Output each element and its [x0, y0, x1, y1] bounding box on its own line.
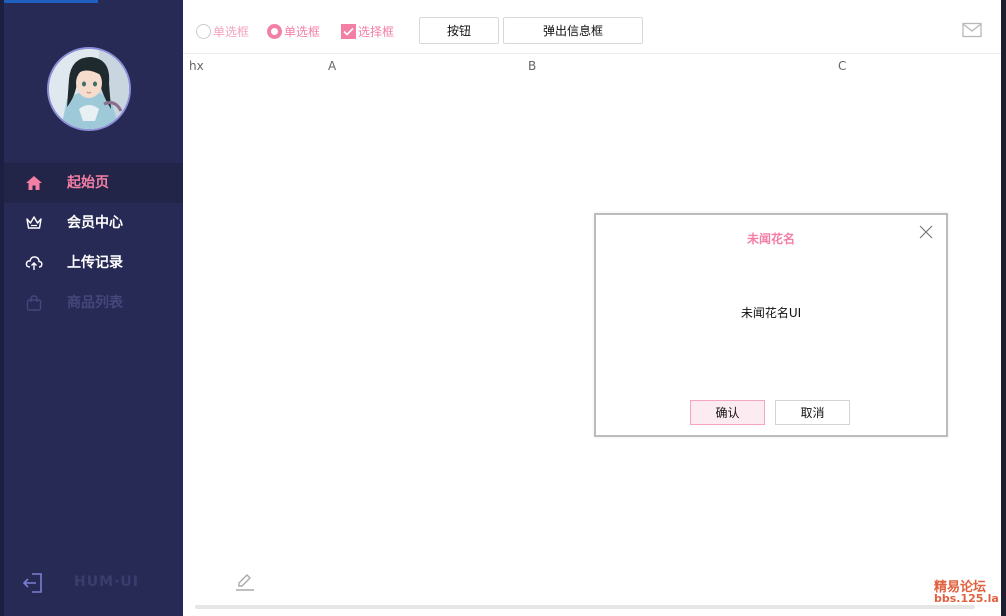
dialog-title: 未闻花名 — [746, 232, 795, 246]
shopping-bag-icon — [24, 294, 44, 312]
column-header-c[interactable]: C — [838, 59, 846, 73]
radio-option-2[interactable]: 单选框 — [267, 23, 320, 40]
button[interactable]: 按钮 — [419, 17, 499, 44]
radio-circle — [196, 24, 211, 39]
checkbox-label: 选择框 — [358, 25, 395, 39]
radio-label: 单选框 — [213, 25, 250, 39]
radio-option-1[interactable]: 单选框 — [196, 23, 249, 40]
toolbar: 单选框 单选框 选择框 按钮 弹出信息框 — [183, 0, 1006, 54]
footer-brand: HUM·UI — [74, 574, 139, 590]
column-header-a[interactable]: A — [328, 59, 336, 73]
column-header-b[interactable]: B — [528, 59, 536, 73]
column-header-hx[interactable]: hx — [189, 59, 204, 73]
checkbox-option[interactable]: 选择框 — [341, 23, 394, 40]
close-icon[interactable] — [919, 225, 933, 239]
popup-dialog-button[interactable]: 弹出信息框 — [503, 17, 643, 44]
sidebar-item-label: 上传记录 — [67, 255, 123, 271]
sidebar-item-upload-records[interactable]: 上传记录 — [4, 243, 183, 283]
edit-icon[interactable] — [235, 572, 255, 592]
window-right-border — [1001, 0, 1006, 616]
mail-icon[interactable] — [962, 22, 982, 38]
sidebar-item-label: 起始页 — [67, 175, 109, 191]
sidebar-item-product-list[interactable]: 商品列表 — [4, 283, 183, 323]
confirm-button[interactable]: 确认 — [690, 400, 765, 425]
sidebar: 起始页 会员中心 上传记录 商品列表 HUM·UI — [0, 0, 183, 616]
radio-circle — [267, 24, 282, 39]
crown-icon — [24, 214, 44, 232]
sidebar-item-label: 会员中心 — [67, 215, 123, 231]
check-icon — [341, 24, 356, 39]
radio-label: 单选框 — [284, 25, 321, 39]
watermark-url: bbs.125.la — [934, 592, 999, 605]
horizontal-scrollbar[interactable] — [195, 605, 975, 609]
sidebar-item-label: 商品列表 — [67, 295, 123, 311]
sidebar-item-member-center[interactable]: 会员中心 — [4, 203, 183, 243]
cancel-button[interactable]: 取消 — [775, 400, 850, 425]
sidebar-item-home[interactable]: 起始页 — [4, 163, 183, 203]
sidebar-nav: 起始页 会员中心 上传记录 商品列表 — [4, 163, 183, 323]
avatar[interactable] — [47, 47, 131, 131]
home-icon — [24, 174, 44, 192]
cloud-upload-icon — [24, 254, 44, 272]
logout-icon[interactable] — [22, 572, 44, 594]
dialog-message: 未闻花名UI — [740, 306, 802, 320]
message-dialog: 未闻花名 未闻花名UI 确认 取消 — [594, 213, 948, 437]
window-top-strip — [0, 0, 98, 3]
